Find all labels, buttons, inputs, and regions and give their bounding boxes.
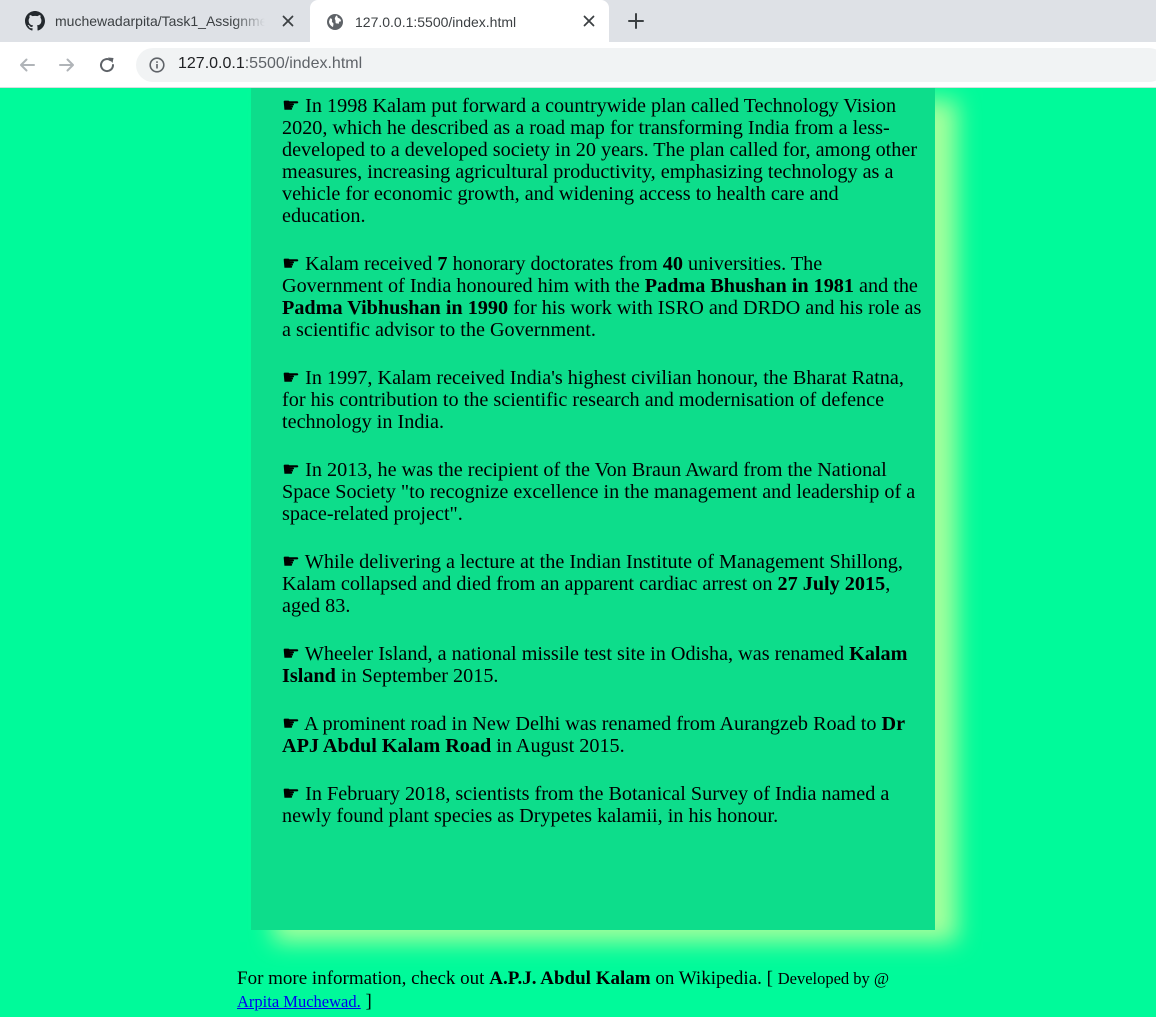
fact-text: In February 2018, scientists from the Bo… — [282, 783, 890, 827]
fact-text: A prominent road in New Delhi was rename… — [300, 713, 882, 735]
footer-prefix: For more information, check out — [237, 968, 490, 989]
fact-text: in September 2015. — [335, 665, 499, 687]
fact-text: Wheeler Island, a national missile test … — [300, 643, 850, 665]
url-text: 127.0.0.1:5500/index.html — [178, 55, 362, 73]
facts-list: ☛ In 1998 Kalam put forward a countrywid… — [282, 95, 922, 853]
reload-button[interactable] — [95, 53, 119, 77]
fact-text: in August 2015. — [491, 735, 625, 757]
arrow-right-icon — [59, 58, 74, 72]
close-icon[interactable] — [278, 11, 298, 31]
forward-button[interactable] — [55, 53, 79, 77]
fact-item: ☛ In 1998 Kalam put forward a countrywid… — [282, 95, 922, 227]
pointing-hand-icon: ☛ — [282, 643, 301, 665]
fact-item: ☛ A prominent road in New Delhi was rena… — [282, 713, 922, 757]
pointing-hand-icon: ☛ — [282, 459, 301, 481]
address-bar[interactable]: 127.0.0.1:5500/index.html — [136, 48, 1156, 82]
fact-highlight: 27 July 2015 — [777, 573, 886, 595]
url-path: :5500/index.html — [244, 55, 363, 72]
fact-text: honorary doctorates from — [447, 253, 663, 275]
fact-highlight: Padma Vibhushan in 1990 — [282, 297, 509, 319]
tab-title: 127.0.0.1:5500/index.html — [355, 13, 517, 30]
fact-text: In 2013, he was the recipient of the Von… — [282, 459, 916, 525]
url-host: 127.0.0.1 — [178, 55, 245, 72]
pointing-hand-icon: ☛ — [282, 95, 301, 117]
fact-highlight: Padma Bhushan in 1981 — [644, 275, 854, 297]
fact-item: ☛ In 2013, he was the recipient of the V… — [282, 459, 922, 525]
pointing-hand-icon: ☛ — [282, 367, 301, 389]
info-icon[interactable] — [148, 56, 166, 74]
pointing-hand-icon: ☛ — [282, 253, 301, 275]
fact-highlight: 40 — [662, 253, 683, 275]
fact-text: and the — [853, 275, 918, 297]
footer-mid: on Wikipedia. [ — [650, 968, 778, 989]
back-button[interactable] — [15, 53, 39, 77]
globe-icon — [325, 12, 345, 32]
fact-item: ☛ In February 2018, scientists from the … — [282, 783, 922, 827]
author-link[interactable]: Arpita Muchewad. — [237, 992, 361, 1011]
pointing-hand-icon: ☛ — [282, 713, 301, 735]
fact-text: In 1998 Kalam put forward a countrywide … — [282, 95, 918, 227]
github-icon — [25, 11, 45, 31]
fact-item: ☛ While delivering a lecture at the Indi… — [282, 551, 922, 617]
arrow-left-icon — [20, 58, 35, 72]
browser-toolbar: 127.0.0.1:5500/index.html — [0, 42, 1156, 88]
fact-item: ☛ Wheeler Island, a national missile tes… — [282, 643, 922, 687]
footer: For more information, check out A.P.J. A… — [237, 967, 937, 1013]
footer-suffix: ] — [360, 991, 372, 1012]
fact-text: Kalam received — [300, 253, 438, 275]
reload-icon — [100, 57, 115, 73]
new-tab-button[interactable] — [624, 9, 648, 33]
pointing-hand-icon: ☛ — [282, 551, 301, 573]
fact-item: ☛ In 1997, Kalam received India's highes… — [282, 367, 922, 433]
tab-github[interactable]: muchewadarpita/Task1_Assignment — [0, 0, 308, 42]
page-content: ☛ In 1998 Kalam put forward a countrywid… — [0, 88, 1156, 1017]
tab-localhost[interactable]: 127.0.0.1:5500/index.html — [310, 0, 609, 43]
pointing-hand-icon: ☛ — [282, 783, 301, 805]
fact-item: ☛ Kalam received 7 honorary doctorates f… — [282, 253, 922, 341]
footer-name: A.P.J. Abdul Kalam — [489, 968, 651, 989]
fact-text: In 1997, Kalam received India's highest … — [282, 367, 904, 433]
fact-highlight: 7 — [437, 253, 448, 275]
tab-strip: muchewadarpita/Task1_Assignment 127.0.0.… — [0, 0, 1156, 43]
tab-title: muchewadarpita/Task1_Assignment — [55, 13, 265, 29]
close-icon[interactable] — [579, 11, 599, 31]
plus-icon — [628, 13, 644, 29]
footer-developed-by: Developed by @ — [777, 969, 890, 988]
